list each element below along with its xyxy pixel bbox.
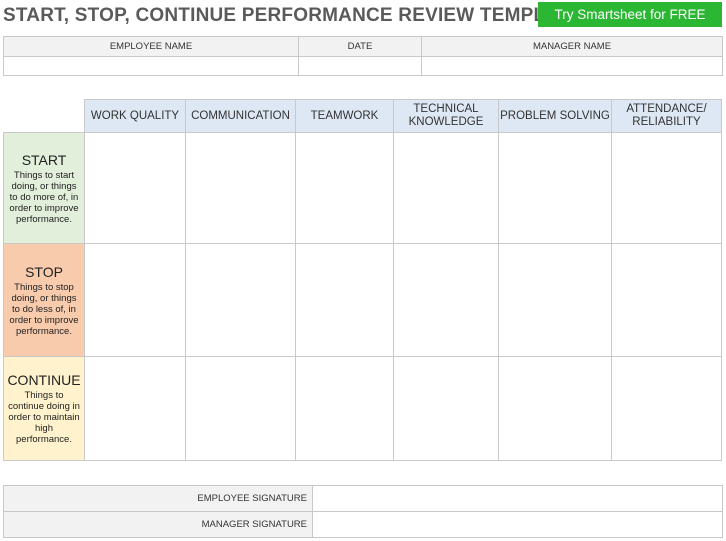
row-header-start: START Things to start doing, or things t… [3, 132, 85, 244]
start-attendance-reliability-cell[interactable] [611, 132, 722, 244]
continue-technical-knowledge-cell[interactable] [393, 356, 499, 461]
column-header-teamwork: TEAMWORK [295, 99, 394, 133]
date-label: DATE [298, 36, 422, 57]
row-header-continue: CONTINUE Things to continue doing in ord… [3, 356, 85, 461]
column-header-problem-solving: PROBLEM SOLVING [498, 99, 612, 133]
employee-name-label: EMPLOYEE NAME [3, 36, 299, 57]
stop-attendance-reliability-cell[interactable] [611, 243, 722, 357]
manager-signature-label: MANAGER SIGNATURE [3, 511, 313, 538]
grid-corner [4, 100, 85, 133]
manager-signature-field[interactable] [312, 511, 723, 538]
employee-name-field[interactable] [3, 56, 299, 76]
row-title-start: START [21, 151, 67, 168]
stop-technical-knowledge-cell[interactable] [393, 243, 499, 357]
continue-teamwork-cell[interactable] [295, 356, 394, 461]
employee-info-table: EMPLOYEE NAME DATE MANAGER NAME [3, 36, 723, 76]
stop-communication-cell[interactable] [185, 243, 296, 357]
start-work-quality-cell[interactable] [84, 132, 186, 244]
row-title-stop: STOP [25, 263, 63, 280]
signature-table: EMPLOYEE SIGNATURE MANAGER SIGNATURE [3, 485, 723, 538]
start-problem-solving-cell[interactable] [498, 132, 612, 244]
stop-work-quality-cell[interactable] [84, 243, 186, 357]
column-header-attendance-reliability: ATTENDANCE/ RELIABILITY [611, 99, 722, 133]
manager-name-label: MANAGER NAME [421, 36, 723, 57]
start-teamwork-cell[interactable] [295, 132, 394, 244]
continue-communication-cell[interactable] [185, 356, 296, 461]
column-header-technical-knowledge: TECHNICAL KNOWLEDGE [393, 99, 499, 133]
stop-problem-solving-cell[interactable] [498, 243, 612, 357]
row-title-continue: CONTINUE [7, 372, 81, 388]
row-description-start: Things to start doing, or things to do m… [9, 169, 79, 225]
continue-attendance-reliability-cell[interactable] [611, 356, 722, 461]
page-title: START, STOP, CONTINUE PERFORMANCE REVIEW… [3, 5, 583, 26]
employee-signature-label: EMPLOYEE SIGNATURE [3, 485, 313, 512]
row-description-continue: Things to continue doing in order to mai… [8, 390, 80, 445]
row-description-stop: Things to stop doing, or things to do le… [9, 281, 79, 337]
row-header-stop: STOP Things to stop doing, or things to … [3, 243, 85, 357]
start-communication-cell[interactable] [185, 132, 296, 244]
employee-signature-field[interactable] [312, 485, 723, 512]
start-technical-knowledge-cell[interactable] [393, 132, 499, 244]
try-smartsheet-button[interactable]: Try Smartsheet for FREE [538, 2, 722, 27]
column-header-communication: COMMUNICATION [185, 99, 296, 133]
continue-problem-solving-cell[interactable] [498, 356, 612, 461]
stop-teamwork-cell[interactable] [295, 243, 394, 357]
continue-work-quality-cell[interactable] [84, 356, 186, 461]
date-field[interactable] [298, 56, 422, 76]
column-header-work-quality: WORK QUALITY [84, 99, 186, 133]
review-grid: WORK QUALITY COMMUNICATION TEAMWORK TECH… [3, 99, 722, 461]
manager-name-field[interactable] [421, 56, 723, 76]
